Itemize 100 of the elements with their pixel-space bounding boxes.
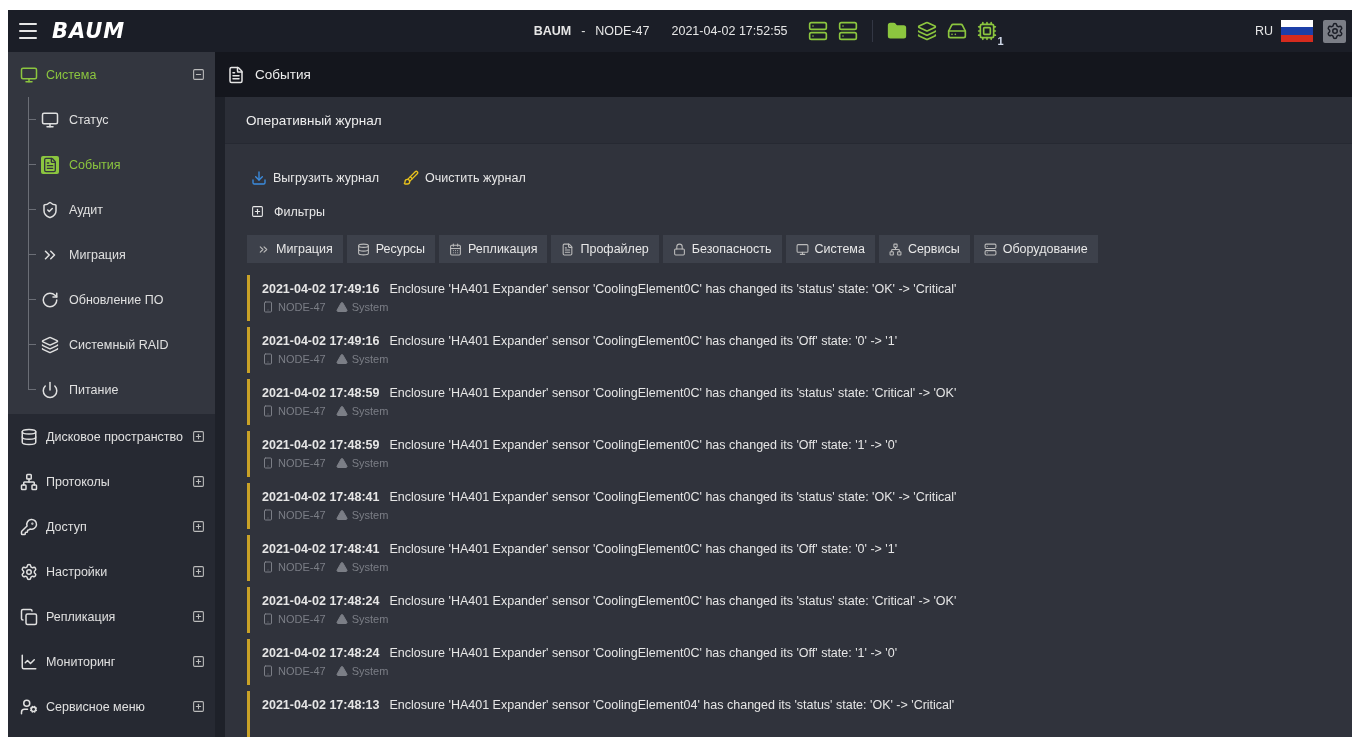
sidebar-group[interactable]: Протоколы bbox=[8, 459, 215, 504]
chart-icon bbox=[20, 652, 38, 671]
layers-icon bbox=[41, 335, 59, 354]
sidebar-item[interactable]: Статус bbox=[28, 97, 215, 142]
warning-icon bbox=[335, 353, 348, 365]
expand-icon[interactable] bbox=[192, 610, 205, 623]
event-message: Enclosure 'HA401 Expander' sensor 'CoolingElement0C' has changed its 'status' state: 'OK' -> 'Critical' bbox=[389, 490, 957, 504]
expand-icon[interactable] bbox=[192, 700, 205, 713]
filter-tag[interactable]: Система bbox=[785, 235, 875, 263]
user-gear-icon bbox=[20, 697, 38, 716]
expand-icon[interactable] bbox=[192, 565, 205, 578]
event-message: Enclosure 'HA401 Expander' sensor 'CoolingElement0C' has changed its 'status' state: 'OK' -> 'Critical' bbox=[389, 282, 957, 296]
event-time: 2021-04-02 17:48:59 bbox=[262, 438, 380, 452]
node-label: NODE-47 bbox=[278, 665, 326, 677]
collapse-icon[interactable] bbox=[192, 68, 205, 81]
sidebar-item[interactable]: События bbox=[28, 142, 215, 187]
event-time: 2021-04-02 17:48:24 bbox=[262, 646, 380, 660]
sidebar-item[interactable]: Обновление ПО bbox=[28, 277, 215, 322]
warning-icon bbox=[335, 613, 348, 625]
export-log-button[interactable]: Выгрузить журнал bbox=[247, 169, 384, 186]
settings-icon bbox=[20, 562, 38, 581]
layers-icon[interactable] bbox=[916, 21, 937, 41]
event-category: System bbox=[351, 509, 389, 521]
document-icon bbox=[227, 65, 245, 84]
document-icon bbox=[561, 242, 575, 256]
event-message: Enclosure 'HA401 Expander' sensor 'CoolingElement04' has changed its 'status' state: 'OK' -> 'Critical' bbox=[389, 698, 955, 712]
refresh-icon bbox=[41, 290, 59, 309]
filter-tag[interactable]: Ресурсы bbox=[346, 235, 436, 263]
sidebar-group[interactable]: Сервисное меню bbox=[8, 684, 215, 729]
filter-tag[interactable]: Оборудование bbox=[973, 235, 1098, 263]
sidebar-group[interactable]: Дисковое пространство bbox=[8, 414, 215, 459]
event-time: 2021-04-02 17:49:16 bbox=[262, 334, 380, 348]
filter-tag[interactable]: Сервисы bbox=[878, 235, 970, 263]
warning-icon bbox=[335, 509, 348, 521]
sidebar-item[interactable]: Аудит bbox=[28, 187, 215, 232]
sidebar-group[interactable]: Репликация bbox=[8, 594, 215, 639]
power-icon bbox=[41, 380, 59, 399]
date-time: 2021-04-02 17:52:55 bbox=[671, 24, 788, 38]
panel-title: Оперативный журнал bbox=[246, 112, 382, 128]
node-label: NODE-47 bbox=[278, 457, 326, 469]
separator: - bbox=[581, 24, 586, 38]
node-label: NODE-47 bbox=[278, 301, 326, 313]
event-category: System bbox=[351, 301, 389, 313]
event-category: System bbox=[351, 405, 389, 417]
node-label: NODE-47 bbox=[278, 405, 326, 417]
event-category: System bbox=[351, 353, 389, 365]
chip-icon[interactable] bbox=[976, 21, 997, 41]
expand-icon[interactable] bbox=[192, 520, 205, 533]
key-icon bbox=[20, 517, 38, 536]
node-label: NODE-47 bbox=[278, 509, 326, 521]
clear-log-button[interactable]: Очистить журнал bbox=[399, 169, 530, 186]
sidebar-group[interactable]: Система bbox=[8, 52, 215, 97]
calendar-icon bbox=[449, 242, 463, 256]
sidebar-item[interactable]: Питание bbox=[28, 367, 215, 412]
settings-button[interactable] bbox=[1323, 19, 1346, 43]
filters-toggle[interactable]: Фильтры bbox=[247, 204, 329, 219]
monitor-icon bbox=[795, 242, 809, 256]
copy-icon bbox=[20, 607, 38, 626]
sidebar-item[interactable]: Миграция bbox=[28, 232, 215, 277]
warning-icon bbox=[335, 301, 348, 313]
event-time: 2021-04-02 17:48:41 bbox=[262, 542, 380, 556]
event-time: 2021-04-02 17:48:41 bbox=[262, 490, 380, 504]
language-label[interactable]: RU bbox=[1254, 24, 1273, 38]
chip-count: 1 bbox=[997, 35, 1004, 47]
event-category: System bbox=[351, 457, 389, 469]
sidebar-group[interactable]: Доступ bbox=[8, 504, 215, 549]
event-message: Enclosure 'HA401 Expander' sensor 'CoolingElement0C' has changed its 'status' state: 'Critical' -> 'OK' bbox=[389, 594, 957, 608]
warning-icon bbox=[335, 561, 348, 573]
expand-icon[interactable] bbox=[192, 430, 205, 443]
brush-icon bbox=[403, 169, 420, 186]
event-message: Enclosure 'HA401 Expander' sensor 'CoolingElement0C' has changed its 'Off' state: '0' -> '1' bbox=[389, 542, 898, 556]
logo: BAUM bbox=[52, 19, 126, 43]
event-category: System bbox=[351, 613, 389, 625]
flag-icon[interactable] bbox=[1281, 20, 1313, 42]
event-time: 2021-04-02 17:48:59 bbox=[262, 386, 380, 400]
filter-tag[interactable]: Репликация bbox=[439, 235, 548, 263]
event-message: Enclosure 'HA401 Expander' sensor 'CoolingElement0C' has changed its 'Off' state: '0' -> '1' bbox=[389, 334, 898, 348]
network-icon bbox=[888, 242, 902, 256]
sidebar-group[interactable]: Мониторинг bbox=[8, 639, 215, 684]
document-icon bbox=[41, 155, 59, 174]
event-time: 2021-04-02 17:48:24 bbox=[262, 594, 380, 608]
event-message: Enclosure 'HA401 Expander' sensor 'CoolingElement0C' has changed its 'Off' state: '1' -> '0' bbox=[389, 646, 898, 660]
event-message: Enclosure 'HA401 Expander' sensor 'CoolingElement0C' has changed its 'status' state: 'Critical' -> 'OK' bbox=[389, 386, 957, 400]
sidebar-group[interactable]: Настройки bbox=[8, 549, 215, 594]
sidebar-item[interactable]: Системный RAID bbox=[28, 322, 215, 367]
event-time: 2021-04-02 17:49:16 bbox=[262, 282, 380, 296]
expand-icon[interactable] bbox=[192, 475, 205, 488]
filter-tag[interactable]: Безопасность bbox=[662, 235, 782, 263]
folder-icon[interactable] bbox=[886, 21, 907, 41]
page-title: События bbox=[255, 67, 311, 82]
network-icon bbox=[20, 472, 38, 491]
expand-icon[interactable] bbox=[192, 655, 205, 668]
expand-icon bbox=[251, 205, 264, 218]
filter-tag[interactable]: Миграция bbox=[247, 235, 343, 263]
warning-icon bbox=[335, 665, 348, 677]
node-label: NODE-47 bbox=[278, 613, 326, 625]
database-icon bbox=[356, 242, 370, 256]
download-icon bbox=[251, 169, 267, 186]
event-time: 2021-04-02 17:48:13 bbox=[262, 698, 380, 712]
filter-tag[interactable]: Профайлер bbox=[551, 235, 659, 263]
